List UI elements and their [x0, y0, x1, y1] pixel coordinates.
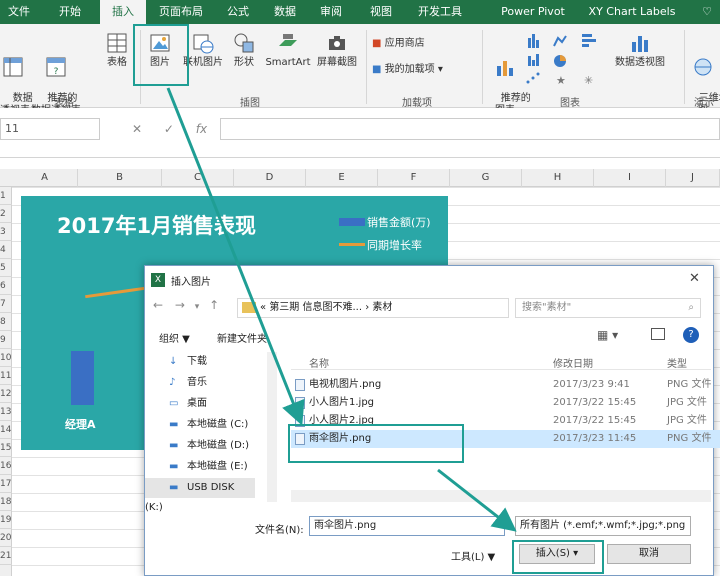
arrow-to-insert [437, 468, 517, 532]
arrow-to-file [166, 87, 305, 426]
tutorial-arrows [166, 87, 517, 532]
